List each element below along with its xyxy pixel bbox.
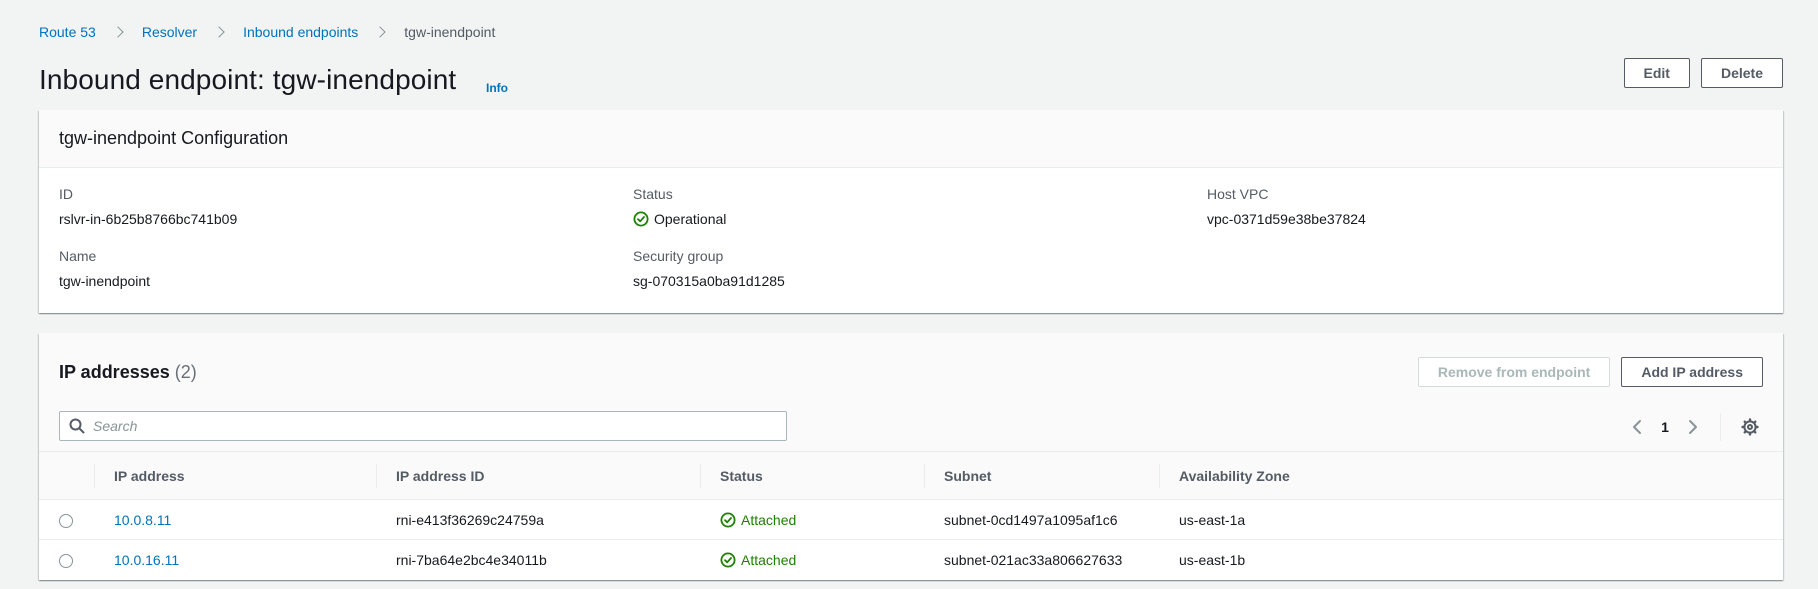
preferences-button[interactable] <box>1737 414 1763 440</box>
page: Route 53 Resolver Inbound endpoints tgw-… <box>0 0 1818 589</box>
security-group-label: Security group <box>633 248 724 264</box>
ip-addresses-panel: IP addresses (2) Remove from endpoint Ad… <box>39 333 1783 580</box>
table-toolbar: 1 <box>39 397 1783 451</box>
status-cell: Attached <box>700 539 924 580</box>
chevron-right-icon <box>213 26 225 38</box>
previous-page-button[interactable] <box>1624 414 1650 440</box>
configuration-details: ID rslvr-in-6b25b8766bc741b09 Status Ope… <box>39 168 1783 291</box>
row-select-cell <box>39 500 94 540</box>
table-row[interactable]: 10.0.8.11 rni-e413f36269c24759a Attached… <box>39 500 1783 540</box>
id-label: ID <box>59 186 73 202</box>
status-label: Status <box>633 186 673 202</box>
column-header-status[interactable]: Status <box>700 452 924 500</box>
column-header-availability-zone[interactable]: Availability Zone <box>1159 452 1783 500</box>
pagination-divider <box>1720 413 1721 441</box>
check-circle-icon <box>720 552 736 568</box>
next-page-button[interactable] <box>1680 414 1706 440</box>
chevron-right-icon <box>374 26 386 38</box>
ip-addresses-table: IP address IP address ID Status Subnet A… <box>39 451 1783 580</box>
header-actions: Edit Delete <box>1623 58 1783 88</box>
info-link[interactable]: Info <box>486 81 508 95</box>
id-field: ID rslvr-in-6b25b8766bc741b09 <box>59 184 633 229</box>
subnet-cell: subnet-0cd1497a1095af1c6 <box>944 511 1118 528</box>
ip-address-link[interactable]: 10.0.8.11 <box>114 512 171 528</box>
ip-addresses-title: IP addresses (2) <box>59 362 197 383</box>
ip-address-id-cell: rni-7ba64e2bc4e34011b <box>376 539 700 580</box>
host-vpc-label: Host VPC <box>1207 186 1269 202</box>
breadcrumb-route53[interactable]: Route 53 <box>39 24 96 40</box>
chevron-right-icon <box>1689 420 1697 434</box>
table-row[interactable]: 10.0.16.11 rni-7ba64e2bc4e34011b Attache… <box>39 539 1783 580</box>
status-text: Operational <box>654 211 727 227</box>
check-circle-icon <box>633 211 649 227</box>
configuration-panel: tgw-inendpoint Configuration ID rslvr-in… <box>39 110 1783 313</box>
breadcrumb-inbound-endpoints[interactable]: Inbound endpoints <box>243 24 358 40</box>
security-group-field: Security group sg-070315a0ba91d1285 <box>633 246 1207 291</box>
subnet-cell: subnet-021ac33a806627633 <box>924 539 1159 580</box>
chevron-left-icon <box>1633 420 1641 434</box>
row-status-text: Attached <box>741 511 797 528</box>
column-header-ip-address[interactable]: IP address <box>94 452 376 500</box>
current-page[interactable]: 1 <box>1650 419 1680 435</box>
ip-addresses-header: IP addresses (2) Remove from endpoint Ad… <box>39 333 1783 397</box>
breadcrumb-resolver[interactable]: Resolver <box>142 24 197 40</box>
remove-from-endpoint-button[interactable]: Remove from endpoint <box>1417 357 1611 387</box>
check-circle-icon <box>720 512 736 527</box>
status-cell: Attached <box>700 500 924 540</box>
id-value: rslvr-in-6b25b8766bc741b09 <box>59 211 238 227</box>
status-value: Operational <box>633 209 1207 229</box>
name-label: Name <box>59 248 97 264</box>
name-value: tgw-inendpoint <box>59 273 151 289</box>
chevron-right-icon <box>112 26 124 38</box>
ip-address-id-cell: rni-e413f36269c24759a <box>396 511 544 528</box>
search-box <box>59 411 787 441</box>
row-status: Attached <box>720 512 924 528</box>
row-status-text: Attached <box>741 551 797 568</box>
status-field: Status Operational <box>633 184 1207 229</box>
availability-zone-cell: us-east-1b <box>1159 539 1783 580</box>
row-radio[interactable] <box>59 553 73 568</box>
search-input[interactable] <box>93 418 773 434</box>
row-status: Attached <box>720 552 924 568</box>
table-header-row: IP address IP address ID Status Subnet A… <box>39 451 1783 500</box>
configuration-header: tgw-inendpoint Configuration <box>39 110 1783 168</box>
ip-addresses-title-text: IP addresses <box>59 362 170 382</box>
select-column-header <box>39 452 94 500</box>
breadcrumb-current: tgw-inendpoint <box>404 24 496 40</box>
host-vpc-field: Host VPC vpc-0371d59e38be37824 <box>1207 184 1763 229</box>
search-icon <box>69 418 85 434</box>
row-select-cell <box>39 539 94 580</box>
column-header-subnet[interactable]: Subnet <box>924 452 1159 500</box>
breadcrumb: Route 53 Resolver Inbound endpoints tgw-… <box>39 24 495 40</box>
gear-icon <box>1741 418 1759 436</box>
page-title: Inbound endpoint: tgw-inendpoint <box>39 64 457 95</box>
ip-address-cell: 10.0.8.11 <box>94 500 376 540</box>
column-header-ip-address-id[interactable]: IP address ID <box>376 452 700 500</box>
delete-button[interactable]: Delete <box>1700 58 1783 88</box>
row-radio[interactable] <box>59 513 73 528</box>
ip-address-cell: 10.0.16.11 <box>94 539 376 580</box>
add-ip-address-button[interactable]: Add IP address <box>1621 357 1763 387</box>
ip-addresses-count: (2) <box>174 362 197 382</box>
ip-addresses-actions: Remove from endpoint Add IP address <box>1417 357 1763 387</box>
edit-button[interactable]: Edit <box>1623 58 1690 88</box>
pagination: 1 <box>1624 413 1763 441</box>
empty-cell <box>1207 246 1763 291</box>
security-group-value: sg-070315a0ba91d1285 <box>633 273 785 289</box>
name-field: Name tgw-inendpoint <box>59 246 633 291</box>
configuration-title: tgw-inendpoint Configuration <box>59 128 289 148</box>
availability-zone-cell: us-east-1a <box>1179 511 1246 528</box>
ip-address-link[interactable]: 10.0.16.11 <box>114 552 179 568</box>
host-vpc-value: vpc-0371d59e38be37824 <box>1207 211 1366 227</box>
